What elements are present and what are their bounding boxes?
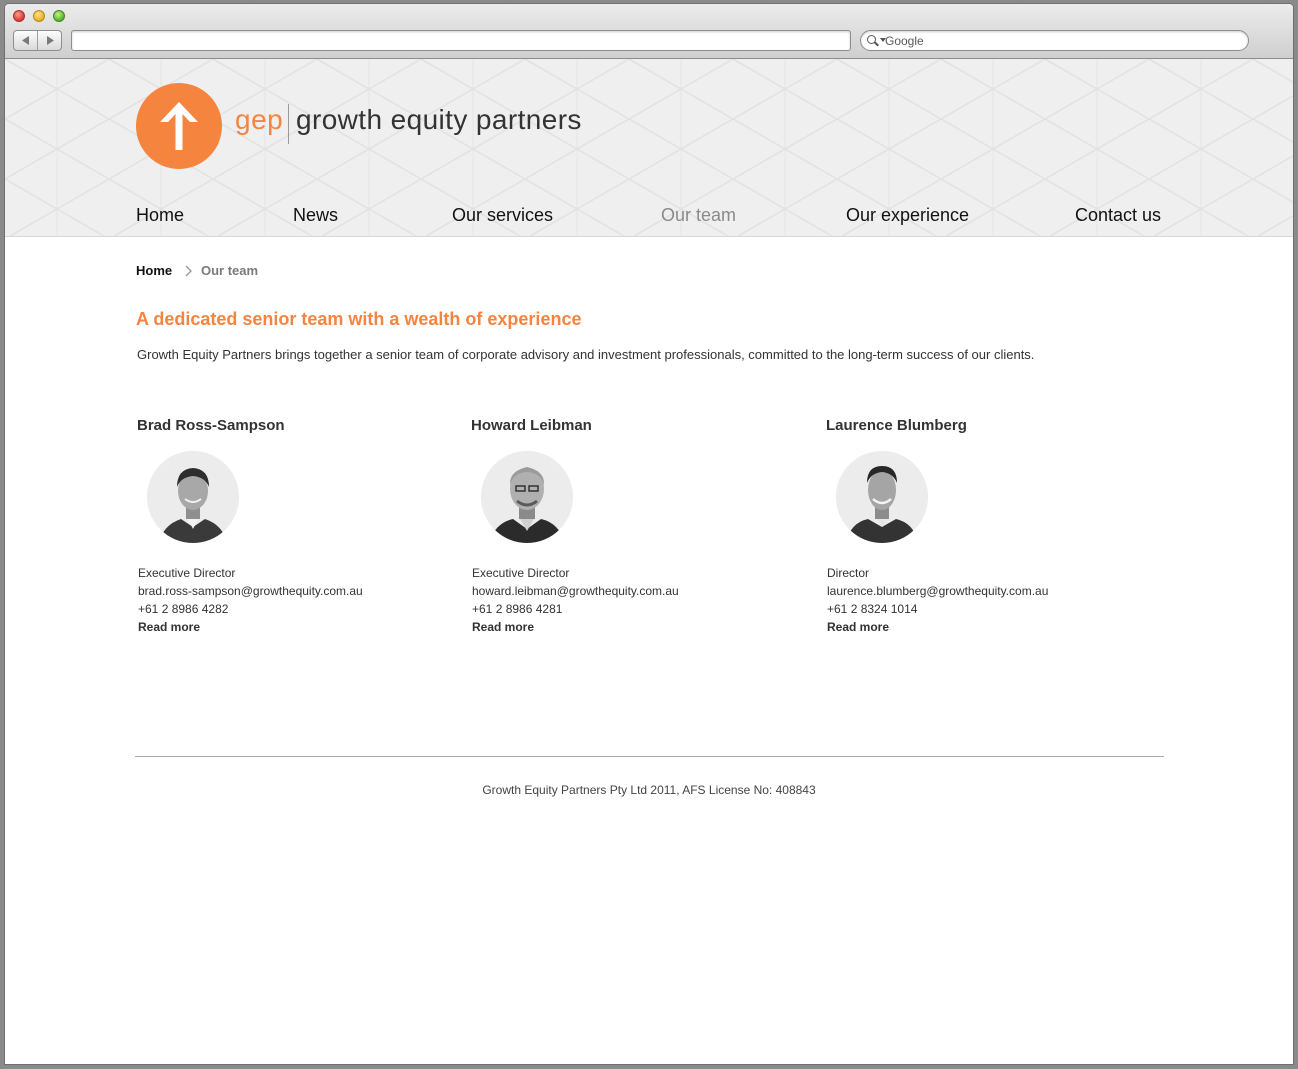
member-name: Howard Leibman	[471, 417, 592, 434]
browser-toolbar: Google	[5, 4, 1293, 59]
chevron-right-icon	[185, 265, 192, 277]
member-details: Executive Director howard.leibman@growth…	[472, 564, 679, 636]
zoom-window-button[interactable]	[53, 10, 65, 22]
nav-home[interactable]: Home	[136, 205, 184, 226]
forward-arrow-icon	[46, 36, 54, 45]
intro-text: Growth Equity Partners brings together a…	[137, 347, 1035, 362]
history-buttons	[13, 30, 62, 51]
member-photo[interactable]	[147, 451, 239, 543]
read-more-link[interactable]: Read more	[138, 618, 363, 636]
nav-our-experience[interactable]: Our experience	[846, 205, 969, 226]
search-placeholder: Google	[885, 33, 924, 48]
nav-our-services[interactable]: Our services	[452, 205, 553, 226]
nav-news[interactable]: News	[293, 205, 338, 226]
read-more-link[interactable]: Read more	[827, 618, 1048, 636]
member-role: Executive Director	[472, 566, 570, 580]
nav-our-team[interactable]: Our team	[661, 205, 736, 226]
member-photo[interactable]	[836, 451, 928, 543]
search-field[interactable]: Google	[860, 30, 1249, 51]
member-name: Brad Ross-Sampson	[137, 417, 285, 434]
logo-divider	[288, 104, 289, 144]
breadcrumb-current: Our team	[201, 263, 259, 278]
close-window-button[interactable]	[13, 10, 25, 22]
member-phone: +61 2 8324 1014	[827, 602, 918, 616]
member-phone: +61 2 8986 4282	[138, 602, 229, 616]
page-headline: A dedicated senior team with a wealth of…	[136, 309, 582, 329]
browser-window: Google gep growth equity partners Home N…	[4, 3, 1294, 1065]
logo-arrow-icon[interactable]	[136, 83, 222, 169]
member-details: Director laurence.blumberg@growthequity.…	[827, 564, 1048, 636]
minimize-window-button[interactable]	[33, 10, 45, 22]
footer-divider	[135, 756, 1164, 757]
member-role: Director	[827, 566, 870, 580]
forward-button[interactable]	[37, 31, 61, 50]
back-arrow-icon	[21, 36, 29, 45]
member-name: Laurence Blumberg	[826, 417, 967, 434]
main-nav: Home News Our services Our team Our expe…	[5, 205, 1293, 229]
member-phone: +61 2 8986 4281	[472, 602, 563, 616]
member-photo[interactable]	[481, 451, 573, 543]
search-icon	[865, 34, 886, 48]
member-email-link[interactable]: brad.ross-sampson@growthequity.com.au	[138, 584, 363, 598]
breadcrumb-home[interactable]: Home	[136, 263, 172, 278]
site-header: gep growth equity partners Home News Our…	[5, 59, 1293, 237]
member-email-link[interactable]: laurence.blumberg@growthequity.com.au	[827, 584, 1048, 598]
member-role: Executive Director	[138, 566, 236, 580]
address-bar[interactable]	[71, 30, 851, 51]
back-button[interactable]	[14, 31, 37, 50]
read-more-link[interactable]: Read more	[472, 618, 679, 636]
nav-contact-us[interactable]: Contact us	[1075, 205, 1161, 226]
logo-name[interactable]: growth equity partners	[296, 104, 582, 136]
logo-short[interactable]: gep	[235, 104, 283, 136]
footer-text: Growth Equity Partners Pty Ltd 2011, AFS…	[482, 783, 816, 797]
member-details: Executive Director brad.ross-sampson@gro…	[138, 564, 363, 636]
member-email-link[interactable]: howard.leibman@growthequity.com.au	[472, 584, 679, 598]
